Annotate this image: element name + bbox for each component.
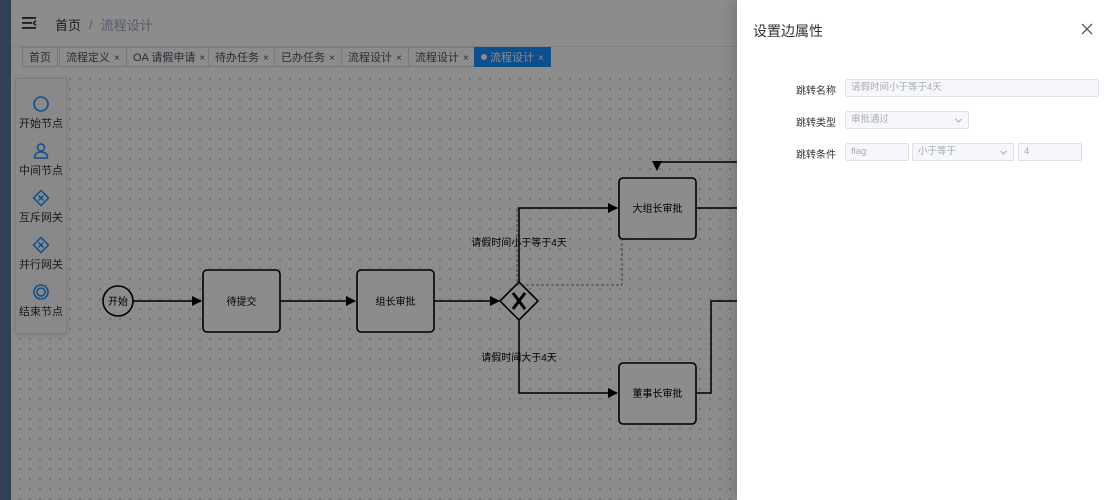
condition-operator-value: 小于等于 — [918, 146, 957, 157]
form-row-type: 跳转类型 审批通过 — [737, 111, 1112, 131]
close-icon[interactable] — [1080, 22, 1094, 36]
form-row-name: 跳转名称 请假时间小于等于4天 — [737, 79, 1112, 99]
condition-value-input[interactable]: 4 — [1018, 143, 1082, 161]
drawer-overlay[interactable] — [11, 0, 748, 500]
condition-value-text: 4 — [1024, 146, 1030, 157]
transition-name-input[interactable]: 请假时间小于等于4天 — [845, 79, 1099, 97]
condition-variable-input[interactable]: flag — [845, 143, 909, 161]
transition-name-placeholder: 请假时间小于等于4天 — [851, 82, 942, 93]
drawer-title: 设置边属性 — [753, 23, 823, 39]
transition-type-value: 审批通过 — [851, 114, 890, 125]
field-label: 跳转名称 — [796, 86, 836, 97]
condition-operator-select[interactable]: 小于等于 — [912, 143, 1014, 161]
field-label: 跳转类型 — [796, 118, 836, 129]
chevron-down-icon — [955, 118, 962, 123]
field-label: 跳转条件 — [796, 150, 836, 161]
sidebar-edge — [0, 0, 11, 500]
chevron-down-icon — [1000, 150, 1007, 155]
edge-properties-drawer: 设置边属性 跳转名称 请假时间小于等于4天 跳转类型 审批通过 跳转条件 fla… — [737, 0, 1112, 500]
form-row-condition: 跳转条件 flag 小于等于 4 — [737, 143, 1112, 163]
condition-variable-value: flag — [851, 146, 867, 157]
transition-type-select[interactable]: 审批通过 — [845, 111, 969, 129]
